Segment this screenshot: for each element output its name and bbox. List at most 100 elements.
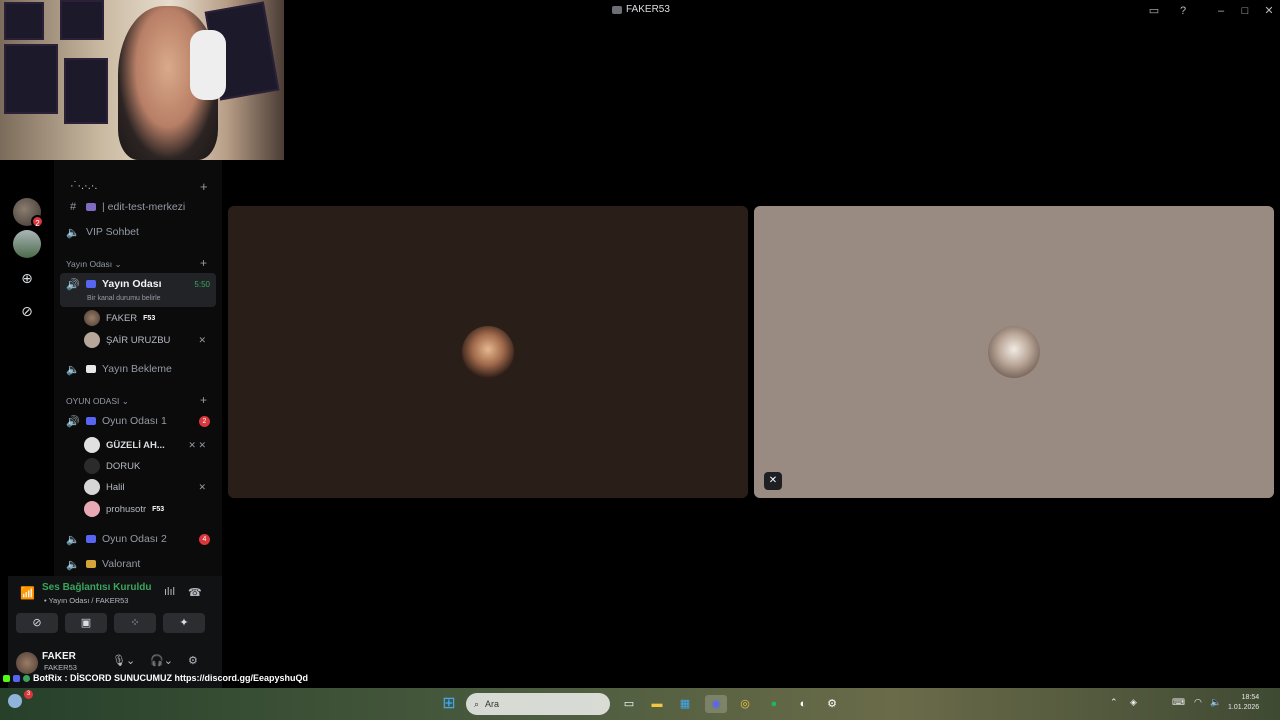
- add-channel-icon[interactable]: +: [200, 256, 207, 270]
- voice-tile[interactable]: ✕: [754, 206, 1274, 498]
- inbox-icon[interactable]: ▭: [1146, 3, 1162, 19]
- server-badge: 2: [31, 215, 44, 228]
- user-count-badge: 2: [199, 415, 210, 427]
- speaker-icon: 🔊: [66, 279, 80, 291]
- voice-member[interactable]: prohusotr F53: [84, 499, 214, 519]
- channel-label: Valorant: [102, 558, 141, 570]
- category-oyun-odasi[interactable]: OYUN ODASI ⌄: [66, 396, 129, 407]
- voice-member[interactable]: ŞAİR URUZBU ✕: [84, 330, 214, 350]
- keyboard-icon[interactable]: ⌨: [1172, 697, 1185, 708]
- channel-status-text[interactable]: Bir kanal durumu belirle: [87, 295, 161, 302]
- settings-icon[interactable]: ⚙: [823, 695, 841, 713]
- voice-member[interactable]: DORUK: [84, 456, 214, 476]
- headphones-icon[interactable]: 🎧⌄: [150, 654, 173, 667]
- microphone-icon[interactable]: 🎙⌄: [112, 654, 135, 667]
- wifi-icon[interactable]: ◠: [1194, 697, 1202, 708]
- ticker-text: BotRix : DİSCORD SUNUCUMUZ https://disco…: [33, 673, 309, 683]
- poster-image: [64, 58, 108, 124]
- add-icon[interactable]: +: [200, 179, 208, 194]
- voice-member[interactable]: GÜZELİ AH... ✕ ✕: [84, 435, 214, 455]
- stream-ticker: BotRix : DİSCORD SUNUCUMUZ https://disco…: [0, 670, 400, 686]
- member-tag: F53: [143, 314, 156, 322]
- camera-off-button[interactable]: ⊘: [16, 613, 58, 633]
- discord-app-icon[interactable]: ◉: [705, 695, 727, 713]
- channel-emoji-icon: [86, 203, 96, 211]
- server-header[interactable]: ·˙·.·.·. +: [54, 160, 222, 200]
- speaker-icon: 🔈: [66, 533, 80, 546]
- weather-widget[interactable]: 3: [8, 690, 33, 709]
- category-yayin-odasi[interactable]: Yayın Odası ⌄: [66, 259, 122, 270]
- disconnect-icon[interactable]: ☎: [188, 586, 202, 599]
- gear-icon[interactable]: ⚙: [188, 654, 198, 667]
- add-channel-icon[interactable]: +: [200, 393, 207, 407]
- clock-time: 18:54: [1241, 694, 1260, 701]
- window-title-text: FAKER53: [626, 4, 670, 15]
- file-explorer-icon[interactable]: ▬: [648, 695, 666, 713]
- volume-icon[interactable]: 🔈: [1210, 697, 1221, 708]
- voice-member[interactable]: FAKER F53: [84, 308, 214, 328]
- server-icon[interactable]: 2: [13, 198, 44, 228]
- task-view-icon[interactable]: ▭: [620, 695, 638, 713]
- gamepad-icon: [86, 417, 96, 425]
- voice-member[interactable]: Halil ✕: [84, 477, 214, 497]
- member-name: ŞAİR URUZBU: [106, 334, 171, 346]
- user-count-badge: 4: [199, 533, 210, 545]
- member-name: DORUK: [106, 460, 141, 472]
- participant-avatar: [462, 326, 514, 378]
- add-server-icon[interactable]: ⊕: [13, 264, 41, 292]
- participant-avatar: [988, 326, 1040, 378]
- channel-emoji-icon: [86, 280, 96, 288]
- windows-start-icon[interactable]: ⊞: [440, 695, 458, 713]
- channel-valorant[interactable]: 🔈 Valorant: [60, 553, 216, 575]
- member-name: GÜZELİ AH...: [106, 439, 165, 451]
- channel-yayin-bekleme[interactable]: 🔈 Yayın Bekleme: [60, 358, 216, 380]
- mic-muted-icon: ✕: [764, 472, 782, 490]
- close-button[interactable]: ✕: [1261, 3, 1277, 19]
- chevron-up-icon[interactable]: ⌃: [1110, 697, 1118, 708]
- chrome-icon[interactable]: ◎: [736, 695, 754, 713]
- poster-image: [60, 0, 104, 40]
- user-name: FAKER: [42, 651, 76, 662]
- help-icon[interactable]: ?: [1175, 3, 1191, 19]
- voice-tile[interactable]: [228, 206, 748, 498]
- channel-vip-sohbet[interactable]: 🔈 VIP Sohbet: [60, 221, 216, 243]
- channel-label: Yayın Bekleme: [102, 363, 172, 375]
- spotify-icon[interactable]: ●: [765, 695, 783, 713]
- channel-label: Yayın Odası: [102, 278, 162, 290]
- voice-status-title[interactable]: Ses Bağlantısı Kuruldu: [42, 582, 151, 593]
- speaker-icon: 🔊: [66, 415, 80, 428]
- member-name: FAKER: [106, 312, 138, 324]
- channel-timer: 5:50: [194, 280, 210, 289]
- kick-icon: [3, 674, 10, 682]
- weather-icon: [8, 694, 22, 708]
- channel-edit-test-merkezi[interactable]: # | edit-test-merkezi: [60, 196, 216, 218]
- maximize-button[interactable]: □: [1237, 3, 1253, 19]
- category-label: Yayın Odası: [66, 259, 113, 269]
- steam-icon[interactable]: ◐: [794, 695, 812, 713]
- avatar: [84, 479, 100, 495]
- channel-emoji-icon: [86, 560, 96, 568]
- search-placeholder: Ara: [485, 699, 500, 709]
- store-icon[interactable]: ▦: [676, 695, 694, 713]
- window-title: FAKER53: [612, 4, 670, 15]
- discord-icon: [13, 674, 20, 682]
- taskbar: 3 ⊞ ⌕ Ara ▭ ▬ ▦ ◉ ◎ ● ◐ ⚙ ⌃ ◈ ⌨ ◠ 🔈 18:5…: [0, 688, 1280, 720]
- activities-button[interactable]: ⁘: [114, 613, 156, 633]
- minimize-button[interactable]: –: [1213, 3, 1229, 19]
- avatar: [84, 310, 100, 326]
- network-icon[interactable]: ◈: [1130, 697, 1137, 708]
- speaker-icon: 🔈: [66, 363, 80, 376]
- screen-share-button[interactable]: ▣: [65, 613, 107, 633]
- speaker-icon: 🔈: [66, 558, 80, 571]
- channel-label: Oyun Odası 1: [102, 415, 167, 427]
- explore-icon[interactable]: ⊘: [13, 297, 41, 325]
- system-clock[interactable]: 18:54 1.01.2026: [1228, 693, 1259, 713]
- noise-suppression-icon[interactable]: ılıl: [164, 586, 175, 598]
- channel-oyun-odasi-1[interactable]: 🔊 Oyun Odası 1 2: [60, 410, 216, 432]
- category-label: OYUN ODASI: [66, 396, 120, 406]
- taskbar-search[interactable]: ⌕ Ara: [466, 693, 610, 715]
- soundboard-button[interactable]: ✦: [163, 613, 205, 633]
- channel-oyun-odasi-2[interactable]: 🔈 Oyun Odası 2 4: [60, 528, 216, 550]
- voice-status-subtitle[interactable]: • Yayın Odası / FAKER53: [44, 596, 128, 605]
- server-icon[interactable]: [13, 230, 41, 258]
